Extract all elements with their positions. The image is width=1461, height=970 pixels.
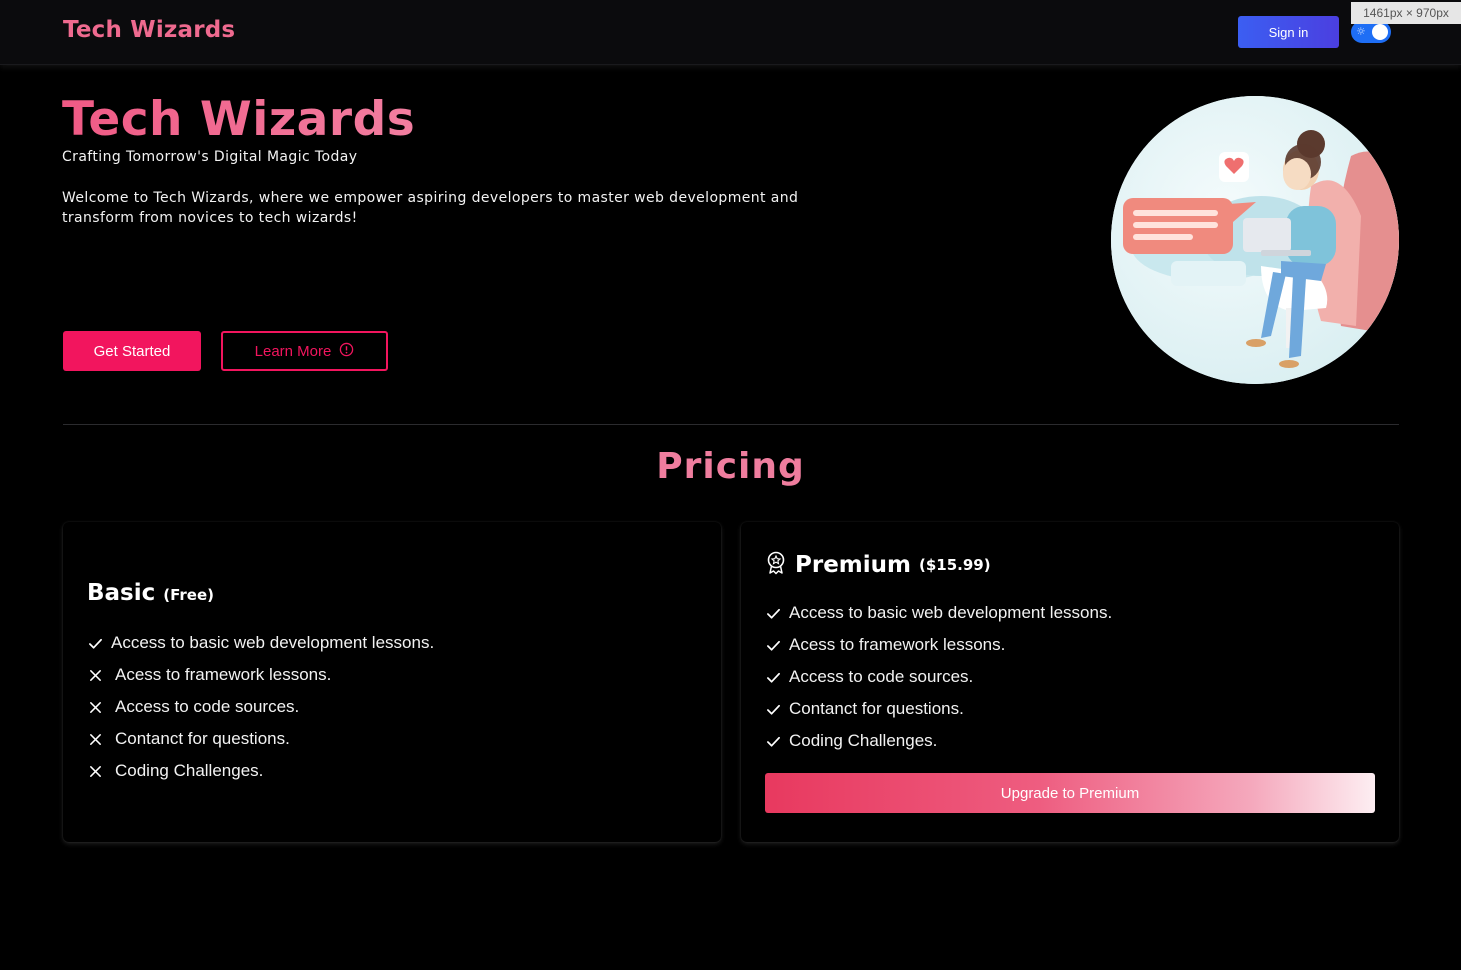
basic-plan-price: (Free): [163, 586, 215, 604]
feature-item: Access to basic web development lessons.: [87, 627, 434, 659]
feature-text: Access to code sources.: [115, 697, 300, 716]
close-icon: [87, 763, 103, 779]
basic-feature-list: Access to basic web development lessons.…: [87, 627, 434, 787]
learn-more-label: Learn More: [254, 342, 332, 360]
hero-subtitle: Crafting Tomorrow's Digital Magic Today: [62, 149, 358, 165]
feature-item: Access to basic web development lessons.: [765, 597, 1112, 629]
basic-plan-name: Basic: [87, 580, 156, 606]
section-divider: [63, 424, 1399, 425]
feature-item: Acess to framework lessons.: [765, 629, 1112, 661]
feature-text: Acess to framework lessons.: [115, 665, 332, 684]
theme-toggle[interactable]: ☼: [1351, 21, 1391, 43]
feature-text: Contanct for questions.: [115, 729, 290, 748]
premium-plan-name: Premium: [795, 552, 911, 578]
feature-item: Contanct for questions.: [87, 723, 434, 755]
hero-title: Tech Wizards: [62, 92, 416, 147]
check-icon: [765, 637, 781, 653]
check-icon: [765, 701, 781, 717]
premium-feature-list: Access to basic web development lessons.…: [765, 597, 1112, 757]
check-icon: [87, 635, 103, 651]
basic-plan-header: Basic (Free): [87, 580, 214, 606]
feature-text: Coding Challenges.: [789, 731, 938, 750]
toggle-knob: [1372, 24, 1388, 40]
close-icon: [87, 731, 103, 747]
feature-item: Coding Challenges.: [87, 755, 434, 787]
feature-item: Access to code sources.: [87, 691, 434, 723]
close-icon: [87, 699, 103, 715]
dimension-badge: 1461px × 970px: [1351, 2, 1461, 24]
brand-logo[interactable]: Tech Wizards: [63, 17, 235, 43]
sun-icon: ☼: [1356, 25, 1366, 38]
feature-text: Access to basic web development lessons.: [789, 603, 1113, 622]
upgrade-premium-button[interactable]: Upgrade to Premium: [765, 773, 1375, 813]
pricing-title: Pricing: [656, 446, 805, 487]
feature-text: Coding Challenges.: [115, 761, 264, 780]
get-started-button[interactable]: Get Started: [63, 331, 201, 371]
award-icon: [765, 551, 787, 579]
feature-text: Access to basic web development lessons.: [111, 633, 435, 652]
hero-description: Welcome to Tech Wizards, where we empowe…: [62, 190, 799, 226]
premium-plan-header: Premium ($15.99): [765, 551, 991, 579]
check-icon: [765, 733, 781, 749]
navbar: Tech Wizards Sign in ☼: [0, 0, 1461, 65]
learn-more-button[interactable]: Learn More: [221, 331, 388, 371]
feature-item: Contanct for questions.: [765, 693, 1112, 725]
basic-plan-card: Basic (Free) Access to basic web develop…: [63, 522, 721, 842]
feature-item: Coding Challenges.: [765, 725, 1112, 757]
check-icon: [765, 605, 781, 621]
premium-plan-card: Premium ($15.99) Access to basic web dev…: [741, 522, 1399, 842]
feature-text: Acess to framework lessons.: [789, 635, 1006, 654]
feature-text: Contanct for questions.: [789, 699, 964, 718]
info-icon: [339, 342, 354, 361]
feature-item: Access to code sources.: [765, 661, 1112, 693]
feature-item: Acess to framework lessons.: [87, 659, 434, 691]
feature-text: Access to code sources.: [789, 667, 974, 686]
check-icon: [765, 669, 781, 685]
sign-in-button[interactable]: Sign in: [1238, 16, 1339, 48]
close-icon: [87, 667, 103, 683]
hero-illustration: [1111, 96, 1399, 384]
premium-plan-price: ($15.99): [919, 556, 991, 574]
